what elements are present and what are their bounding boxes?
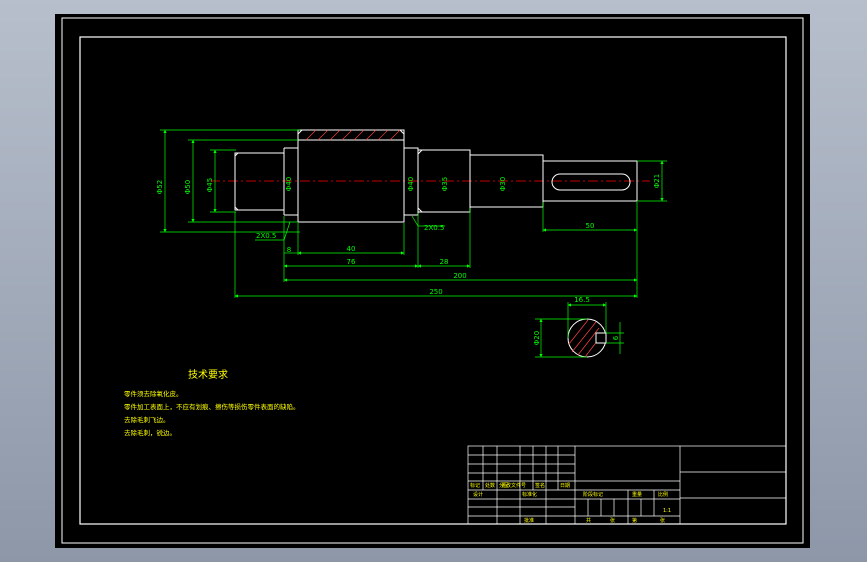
tb-date: 日期 [560, 483, 570, 489]
tb-designer: 设计 [473, 491, 483, 498]
cad-viewport[interactable]: Φ52 Φ50 Φ45 Φ40 Φ40 Φ35 Φ30 Φ21 2X0.5 2X… [55, 14, 810, 548]
dim-l40: 40 [347, 245, 356, 253]
dim-l250: 250 [429, 288, 442, 296]
tech-note-4: 去除毛刺，锐边。 [124, 428, 176, 437]
tb-ratio: 比例 [658, 491, 668, 498]
section-view: 16.5 Φ20 6 [533, 296, 624, 358]
dim-d7: Φ30 [499, 177, 507, 191]
dimension-texts: Φ52 Φ50 Φ45 Φ40 Φ40 Φ35 Φ30 Φ21 2X0.5 2X… [156, 174, 661, 296]
dim-d6: Φ35 [441, 177, 449, 191]
dim-d5: Φ40 [407, 177, 415, 191]
tech-title: 技术要求 [188, 368, 228, 381]
dim-l76: 76 [347, 258, 356, 266]
tech-requirements: 技术要求 零件须去除氧化皮。 零件加工表面上，不应有划痕、擦伤等损伤零件表面的缺… [124, 368, 300, 437]
tech-note-3: 去除毛刺飞边。 [124, 415, 170, 424]
shaft-outline [234, 129, 638, 223]
outer-frame [61, 17, 804, 544]
dim-d4: Φ40 [285, 177, 293, 191]
dim-d8: Φ21 [653, 174, 661, 188]
title-block: 标记 处数 分区 更改文件号 签名 日期 设计 标准化 阶段标记 重量 比例 1… [467, 445, 787, 525]
section-width: 16.5 [574, 296, 590, 304]
tb-sheet: 张 [610, 517, 615, 524]
tb-docno: 更改文件号 [501, 482, 526, 489]
tb-std: 标准化 [522, 491, 537, 498]
dim-d1: Φ52 [156, 180, 164, 194]
dim-d3: Φ45 [206, 178, 214, 192]
section-key: 6 [612, 335, 620, 340]
dim-l50: 50 [586, 222, 595, 230]
dim-l28: 28 [440, 258, 449, 266]
gear-teeth-hatch [305, 129, 401, 141]
tb-count: 处数 [485, 482, 495, 489]
tb-stage: 阶段标记 [583, 491, 603, 498]
tb-total: 共 [586, 517, 591, 524]
tb-sheetno: 第 [632, 517, 637, 524]
tb-sheet2: 张 [660, 517, 665, 524]
dim-l200: 200 [453, 272, 466, 280]
tb-sign: 签名 [535, 482, 545, 489]
section-dia: Φ20 [533, 331, 541, 345]
dim-chamfer-left: 2X0.5 [256, 232, 276, 240]
tb-mark: 标记 [470, 482, 480, 489]
dim-d2: Φ50 [184, 180, 192, 194]
dim-chamfer-right: 2X0.5 [424, 224, 444, 232]
tech-note-1: 零件须去除氧化皮。 [124, 389, 183, 398]
cad-drawing: Φ52 Φ50 Φ45 Φ40 Φ40 Φ35 Φ30 Φ21 2X0.5 2X… [61, 17, 804, 544]
tb-scale: 1:1 [663, 508, 671, 514]
tb-approve: 批准 [524, 517, 534, 524]
dim-l8: 8 [287, 246, 291, 254]
tb-weight: 重量 [632, 491, 642, 498]
tech-note-2: 零件加工表面上，不应有划痕、擦伤等损伤零件表面的缺陷。 [124, 402, 300, 411]
